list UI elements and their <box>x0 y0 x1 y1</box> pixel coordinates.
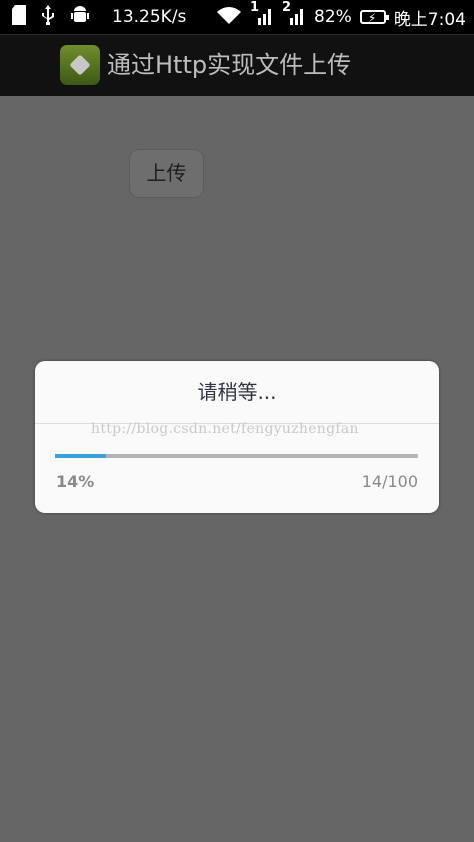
network-speed: 13.25K/s <box>112 7 187 27</box>
wifi-icon <box>216 5 242 30</box>
sd-card-icon <box>12 5 26 29</box>
android-debug-icon <box>70 5 90 29</box>
dialog-title: 请稍等... <box>197 380 277 404</box>
usb-icon <box>40 5 56 29</box>
progress-fill <box>55 454 106 458</box>
sim2-label: 2 <box>282 0 292 15</box>
progress-dialog: 请稍等... http://blog.csdn.net/fengyuzhengf… <box>35 361 439 513</box>
app-icon <box>60 45 100 85</box>
sim1-label: 1 <box>250 0 260 15</box>
battery-icon: ⚡ <box>359 10 389 25</box>
signal-icon: 2 <box>282 0 306 31</box>
app-title: 通过Http实现文件上传 <box>107 51 352 79</box>
progress-bar <box>55 454 418 458</box>
status-right: 1 2 82% ⚡ 晚上7:04 <box>216 0 466 34</box>
status-left: 13.25K/s <box>12 0 186 34</box>
progress-percent: 14% <box>56 472 95 491</box>
watermark: http://blog.csdn.net/fengyuzhengfan <box>91 421 359 437</box>
clock: 晚上7:04 <box>393 9 466 30</box>
battery-percent: 82% <box>314 7 352 27</box>
signal-icon: 1 <box>250 0 274 31</box>
status-bar: 13.25K/s 1 2 82% ⚡ 晚上7:04 <box>0 0 474 34</box>
progress-count: 14/100 <box>361 472 418 491</box>
action-bar: 通过Http实现文件上传 <box>0 34 474 96</box>
upload-button[interactable]: 上传 <box>129 149 204 198</box>
